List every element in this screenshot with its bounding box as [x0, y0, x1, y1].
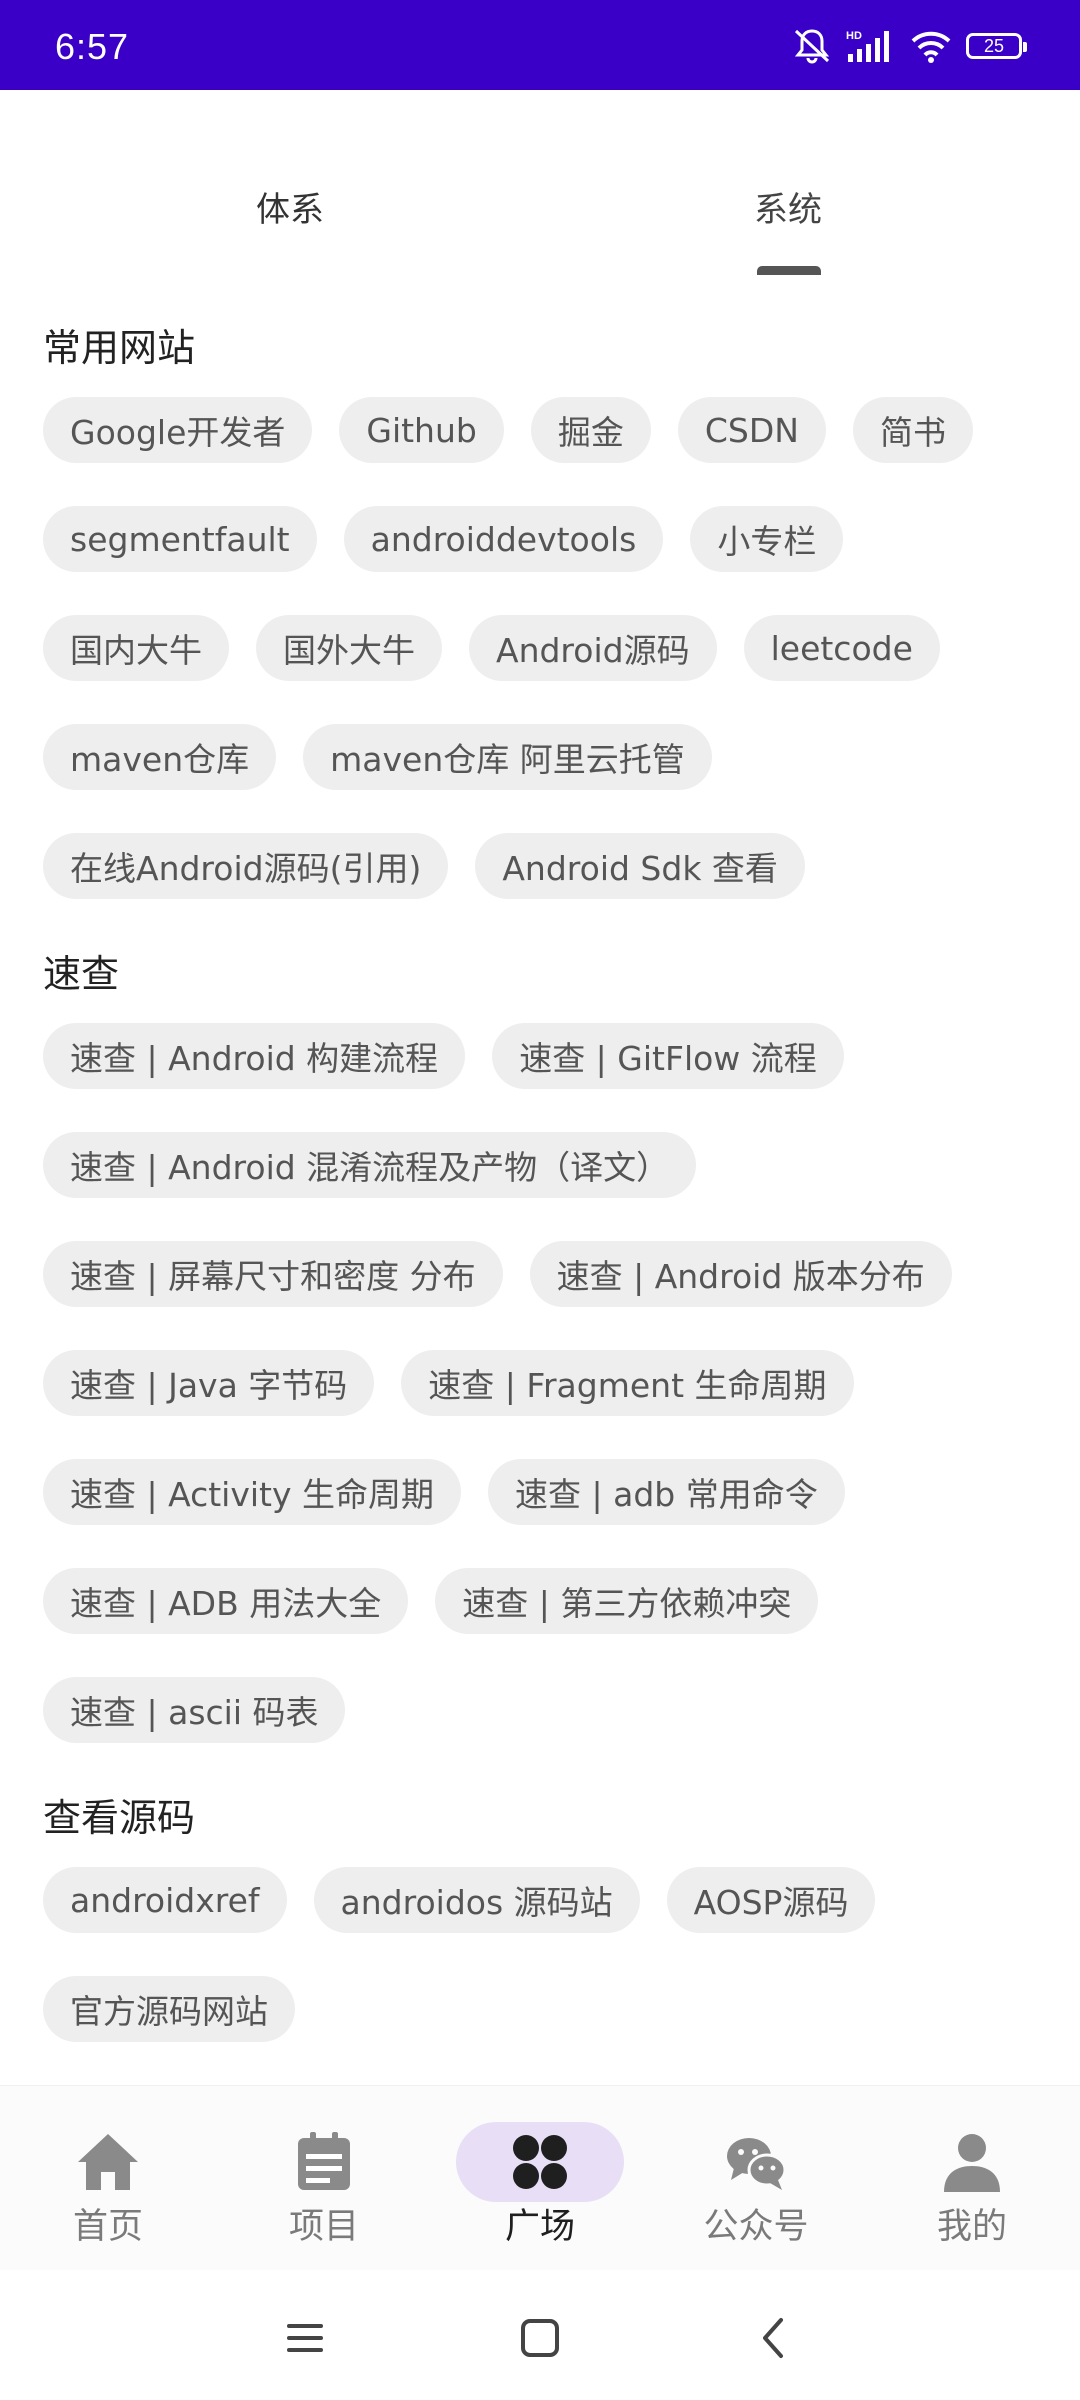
person-icon: [944, 2134, 1000, 2192]
chip-juejin[interactable]: 掘金: [530, 397, 651, 463]
chip-xiaozhuanlan[interactable]: 小专栏: [690, 506, 844, 572]
chip-row: maven仓库 maven仓库 阿里云托管: [43, 724, 712, 790]
chip-fragment-lifecycle[interactable]: 速查 | Fragment 生命周期: [401, 1350, 854, 1416]
chip-row: 速查 | Android 混淆流程及产物（译文）: [43, 1132, 697, 1198]
wechat-icon: [727, 2138, 787, 2190]
chip-jianshu[interactable]: 简书: [852, 397, 973, 463]
project-icon: [298, 2132, 350, 2190]
chip-github[interactable]: Github: [339, 397, 504, 463]
chip-adb-commands[interactable]: 速查 | adb 常用命令: [488, 1459, 845, 1525]
chip-csdn[interactable]: CSDN: [677, 397, 826, 463]
section-title-quick-lookup: 速查: [43, 952, 120, 996]
system-navigation-bar: [0, 2270, 1080, 2400]
nav-item-wechat[interactable]: 公众号: [648, 2086, 864, 2271]
tab-xitong[interactable]: 系统: [754, 182, 822, 231]
chip-activity-lifecycle[interactable]: 速查 | Activity 生命周期: [43, 1459, 461, 1525]
chip-row: 速查 | ascii 码表: [43, 1677, 346, 1743]
chip-android-versions[interactable]: 速查 | Android 版本分布: [529, 1241, 952, 1307]
navigation-content: 常用网站 Google开发者 Github 掘金 CSDN 简书 segment…: [0, 275, 1080, 2085]
nav-label: 我的: [936, 2207, 1007, 2247]
chip-gitflow[interactable]: 速查 | GitFlow 流程: [492, 1023, 844, 1089]
nav-label: 首页: [72, 2207, 143, 2247]
chip-segmentfault[interactable]: segmentfault: [43, 506, 317, 572]
nav-item-square[interactable]: 广场: [432, 2086, 648, 2271]
chip-row: segmentfault androiddevtools 小专栏: [43, 506, 844, 572]
chip-android-sdk[interactable]: Android Sdk 查看: [475, 833, 805, 899]
square-grid-icon: [513, 2135, 567, 2189]
svg-text:HD: HD: [846, 30, 862, 42]
chip-row: 速查 | ADB 用法大全 速查 | 第三方依赖冲突: [43, 1568, 819, 1634]
section-title-common-sites: 常用网站: [43, 326, 196, 370]
chip-android-build[interactable]: 速查 | Android 构建流程: [43, 1023, 466, 1089]
mute-bell-icon: [794, 29, 830, 64]
chip-row: 国内大牛 国外大牛 Android源码 leetcode: [43, 615, 940, 681]
back-icon[interactable]: [745, 2308, 805, 2368]
menu-icon[interactable]: [275, 2308, 335, 2368]
chip-android-obfuscation[interactable]: 速查 | Android 混淆流程及产物（译文）: [43, 1132, 697, 1198]
chip-row: Google开发者 Github 掘金 CSDN 简书: [43, 397, 973, 463]
chip-java-bytecode[interactable]: 速查 | Java 字节码: [43, 1350, 375, 1416]
top-tabs: 体系 系统: [0, 90, 1080, 275]
chip-row: androidxref androidos 源码站 AOSP源码: [43, 1867, 876, 1933]
chip-row: 官方源码网站: [43, 1976, 295, 2042]
nav-item-mine[interactable]: 我的: [864, 2086, 1080, 2271]
tab-indicator: [757, 266, 821, 275]
chip-aosp[interactable]: AOSP源码: [666, 1867, 876, 1933]
chip-androiddevtools[interactable]: androiddevtools: [343, 506, 664, 572]
chip-row: 速查 | Java 字节码 速查 | Fragment 生命周期: [43, 1350, 854, 1416]
status-icons: HD 25: [792, 26, 1027, 66]
status-bar: 6:57 HD 25: [0, 0, 1080, 90]
chip-row: 在线Android源码(引用) Android Sdk 查看: [43, 833, 805, 899]
chip-google-dev[interactable]: Google开发者: [43, 397, 313, 463]
chip-adb-usage[interactable]: 速查 | ADB 用法大全: [43, 1568, 409, 1634]
chip-row: 速查 | 屏幕尺寸和密度 分布 速查 | Android 版本分布: [43, 1241, 952, 1307]
nav-item-project[interactable]: 项目: [216, 2086, 432, 2271]
chip-ascii-table[interactable]: 速查 | ascii 码表: [43, 1677, 346, 1743]
battery-level: 25: [983, 35, 1005, 56]
nav-item-home[interactable]: 首页: [0, 2086, 216, 2271]
chip-maven-aliyun[interactable]: maven仓库 阿里云托管: [303, 724, 712, 790]
chip-online-android-source[interactable]: 在线Android源码(引用): [43, 833, 449, 899]
chip-domestic-experts[interactable]: 国内大牛: [43, 615, 229, 681]
chip-maven-repo[interactable]: maven仓库: [43, 724, 277, 790]
bottom-navigation: 首页 项目 广场 公众号 我的: [0, 2085, 1080, 2271]
chip-androidxref[interactable]: androidxref: [43, 1867, 287, 1933]
chip-screen-density[interactable]: 速查 | 屏幕尺寸和密度 分布: [43, 1241, 503, 1307]
chip-android-source[interactable]: Android源码: [469, 615, 717, 681]
nav-label: 公众号: [703, 2207, 809, 2247]
chip-leetcode[interactable]: leetcode: [743, 615, 940, 681]
chip-official-source[interactable]: 官方源码网站: [43, 1976, 295, 2042]
nav-label: 广场: [504, 2207, 575, 2247]
chip-row: 速查 | Activity 生命周期 速查 | adb 常用命令: [43, 1459, 845, 1525]
home-square-icon[interactable]: [510, 2308, 570, 2368]
chip-foreign-experts[interactable]: 国外大牛: [256, 615, 442, 681]
chip-androidos[interactable]: androidos 源码站: [313, 1867, 640, 1933]
nav-label: 项目: [288, 2207, 359, 2247]
status-time: 6:57: [55, 26, 130, 67]
chip-row: 速查 | Android 构建流程 速查 | GitFlow 流程: [43, 1023, 844, 1089]
battery-icon: 25: [966, 33, 1027, 59]
chip-dependency-conflict[interactable]: 速查 | 第三方依赖冲突: [435, 1568, 819, 1634]
hd-signal-icon: HD: [846, 30, 889, 62]
home-icon: [78, 2134, 138, 2190]
tab-tixi[interactable]: 体系: [256, 182, 324, 231]
wifi-icon: [911, 31, 951, 63]
section-title-view-source: 查看源码: [43, 1796, 196, 1840]
